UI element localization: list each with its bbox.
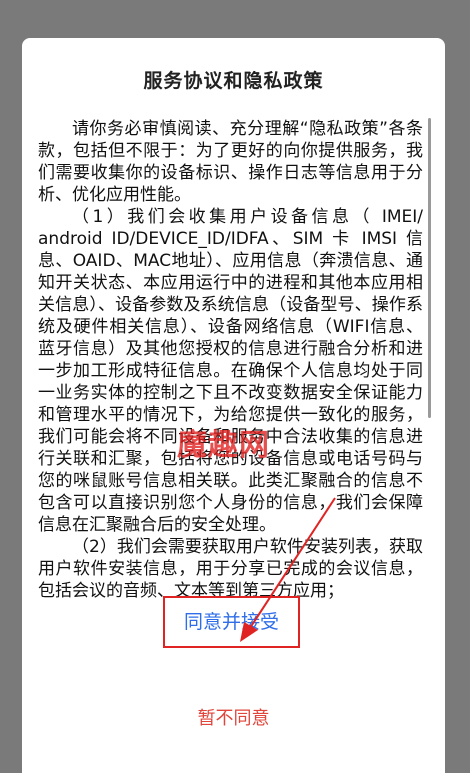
content-scrollbar[interactable] bbox=[428, 118, 431, 418]
policy-content-scroll[interactable]: 请你务必审慎阅读、充分理解“隐私政策”各条款，包括但不限于：为了更好的向你提供服… bbox=[38, 118, 431, 646]
disagree-button[interactable]: 暂不同意 bbox=[22, 704, 445, 730]
dialog-title: 服务协议和隐私政策 bbox=[143, 70, 324, 92]
policy-paragraph-intro: 请你务必审慎阅读、充分理解“隐私政策”各条款，包括但不限于：为了更好的向你提供服… bbox=[38, 119, 423, 205]
policy-content: 请你务必审慎阅读、充分理解“隐私政策”各条款，包括但不限于：为了更好的向你提供服… bbox=[38, 118, 431, 602]
agree-button[interactable]: 同意并接受 bbox=[163, 596, 300, 648]
policy-paragraph-1: （1）我们会收集用户设备信息（ IMEI/ android ID/DEVICE_… bbox=[38, 207, 423, 535]
policy-paragraph-2: （2）我们会需要获取用户软件安装列表，获取用户软件安装信息，用于分享已完成的会议… bbox=[38, 537, 423, 601]
privacy-dialog: 服务协议和隐私政策 请你务必审慎阅读、充分理解“隐私政策”各条款，包括但不限于：… bbox=[22, 38, 445, 773]
